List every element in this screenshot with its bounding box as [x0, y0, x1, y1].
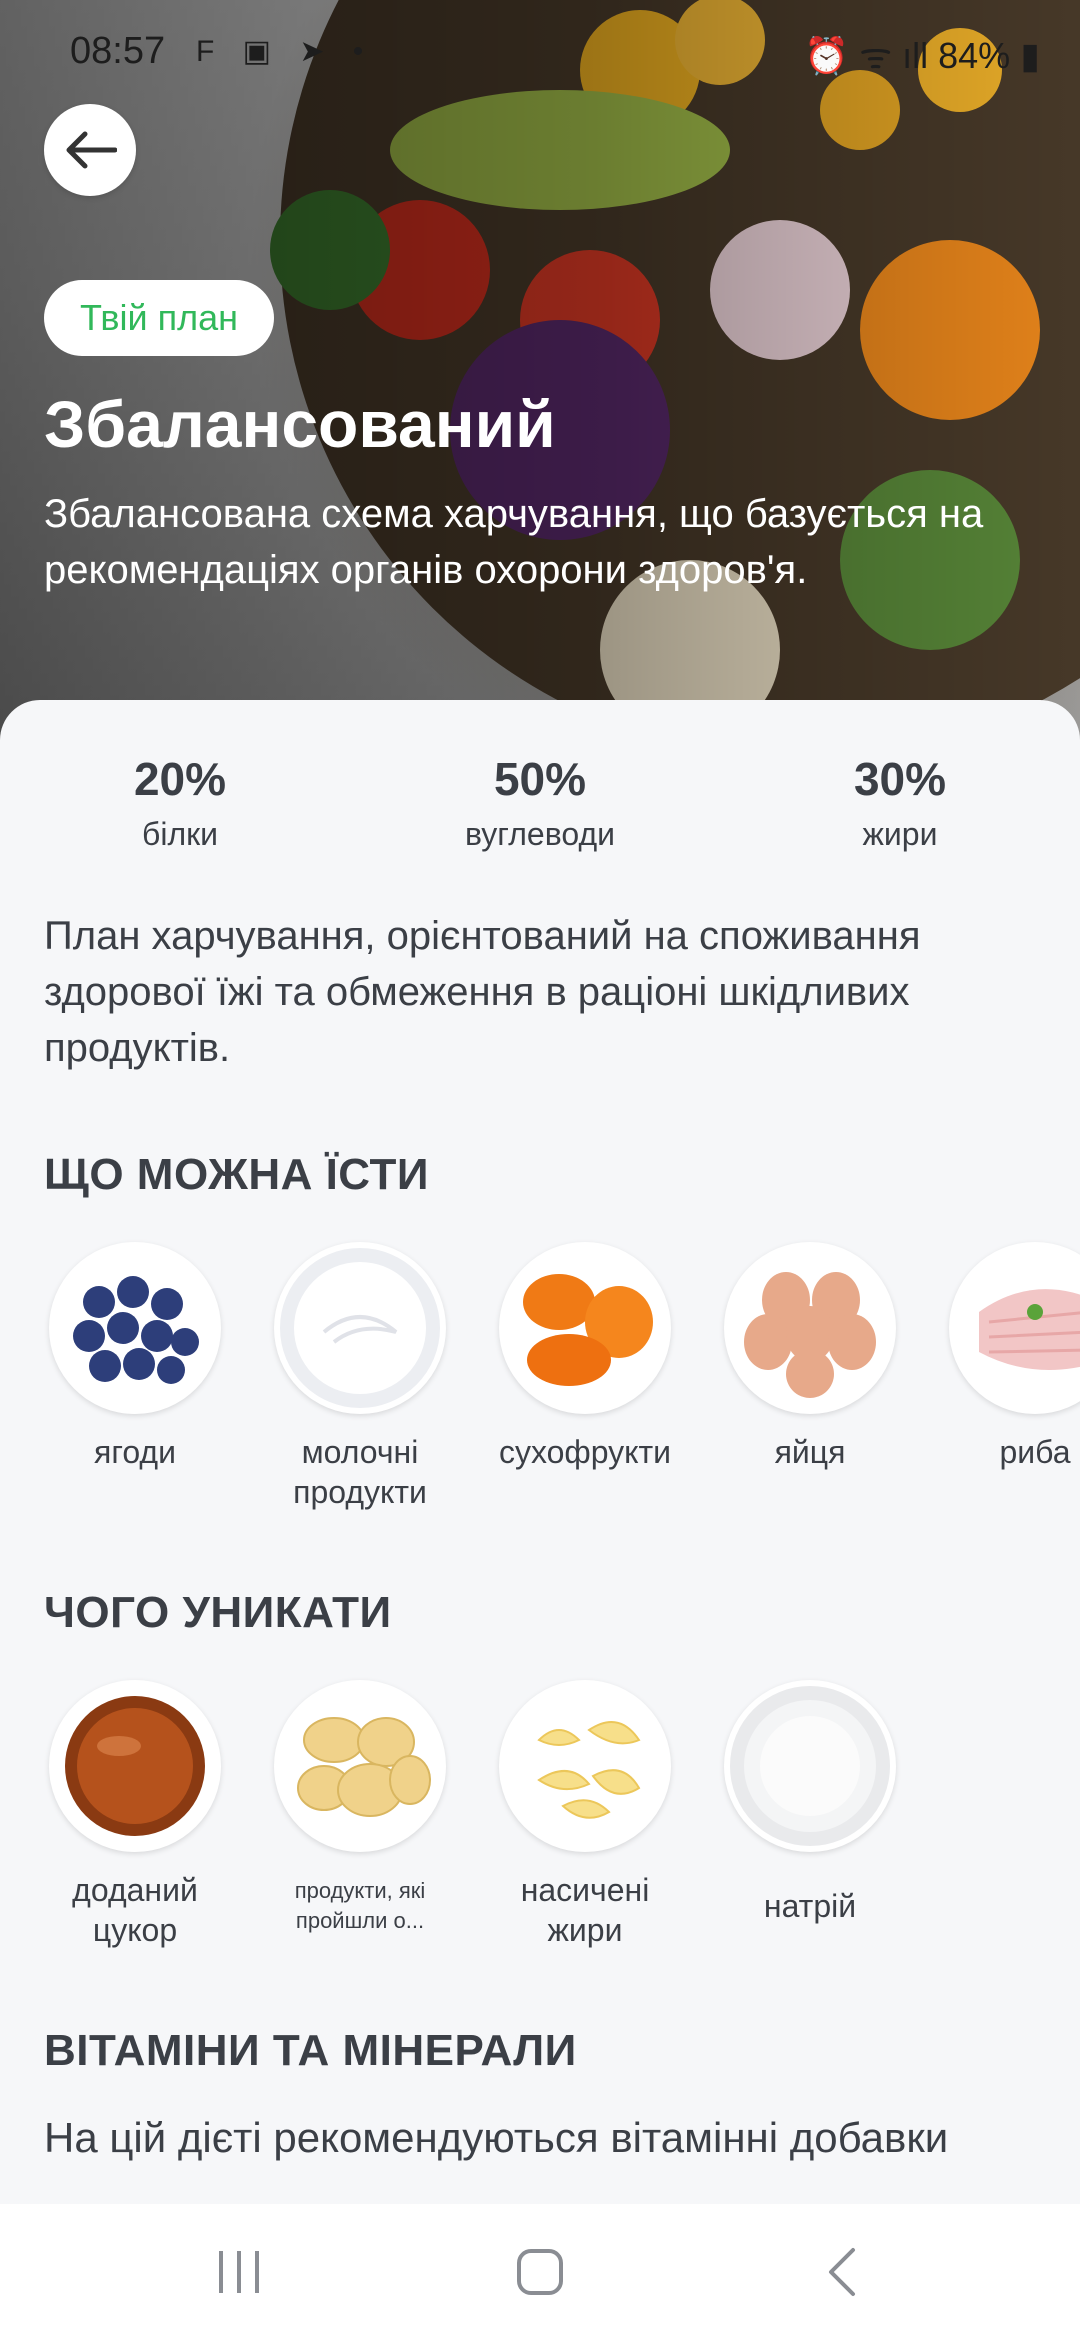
food-label: молочні продукти — [293, 1434, 427, 1510]
status-bar: 08:57 F ▣ ➤ • ⏰ ᯤ ıll 84% ▮ — [0, 0, 1080, 100]
macro-label: жири — [862, 816, 938, 852]
eggs-icon — [724, 1242, 896, 1414]
food-item-processed[interactable]: продукти, які пройшли о... — [260, 1680, 460, 1936]
signal-icon: ⏰ ᯤ ıll — [804, 35, 939, 76]
can-eat-title: ЩО МОЖНА ЇСТИ — [44, 1150, 429, 1199]
hero-overlay — [0, 0, 1080, 740]
food-label: риба — [999, 1434, 1071, 1470]
battery-level: 84% — [938, 35, 1011, 76]
vitamins-title: ВІТАМІНИ ТА МІНЕРАЛИ — [44, 2026, 577, 2075]
system-nav-bar — [0, 2204, 1080, 2340]
food-item-berries[interactable]: ягоди — [35, 1242, 235, 1472]
plan-details-card: 20% білки 50% вуглеводи 30% жири План ха… — [0, 700, 1080, 2200]
macro-fats: 30% жири — [750, 752, 1050, 853]
plan-title: Збалансований — [44, 387, 556, 461]
food-item-saturated-fats[interactable]: насичені жири — [485, 1680, 685, 1950]
food-label: натрій — [763, 1888, 857, 1924]
food-item-dried-fruits[interactable]: сухофрукти — [485, 1242, 685, 1472]
blueberries-icon — [49, 1242, 221, 1414]
butter-icon — [499, 1680, 671, 1852]
arrow-left-icon — [66, 131, 117, 169]
chips-icon — [274, 1680, 446, 1852]
chevron-left-icon — [829, 2248, 855, 2296]
macro-label: вуглеводи — [464, 816, 615, 852]
macros-row: 20% білки 50% вуглеводи 30% жири — [0, 752, 1080, 872]
recent-apps-button[interactable] — [205, 2240, 275, 2304]
macro-value: 50% — [493, 753, 587, 805]
food-item-added-sugar[interactable]: доданий цукор — [35, 1680, 235, 1950]
hero-banner — [0, 0, 1080, 740]
macro-carbs: 50% вуглеводи — [390, 752, 690, 853]
macro-protein: 20% білки — [30, 752, 330, 853]
plan-description: Збалансована схема харчування, що базуєт… — [44, 492, 984, 592]
dried-apricots-icon — [499, 1242, 671, 1414]
food-item-dairy[interactable]: молочні продукти — [260, 1242, 460, 1512]
food-label: сухофрукти — [498, 1434, 672, 1470]
food-item-fish[interactable]: риба — [935, 1242, 1080, 1472]
notification-icons: F ▣ ➤ • — [196, 35, 374, 68]
macro-label: білки — [142, 816, 218, 852]
macro-value: 20% — [133, 753, 227, 805]
food-label: яйця — [774, 1434, 846, 1470]
food-item-eggs[interactable]: яйця — [710, 1242, 910, 1472]
recent-apps-icon — [219, 2251, 259, 2293]
battery-icon: ▮ — [1020, 35, 1040, 76]
food-label: продукти, які пройшли о... — [294, 1878, 426, 1933]
status-right: ⏰ ᯤ ıll 84% ▮ — [804, 30, 1040, 79]
macro-value: 30% — [853, 753, 947, 805]
home-button[interactable] — [505, 2240, 575, 2304]
avoid-title: ЧОГО УНИКАТИ — [44, 1588, 392, 1637]
food-label: насичені жири — [520, 1872, 650, 1948]
back-nav-button[interactable] — [808, 2240, 878, 2304]
vitamins-text: На цій дієті рекомендуються вітамінні до… — [44, 2114, 949, 2161]
caramel-icon — [49, 1680, 221, 1852]
plan-intro-text: План харчування, орієнтований на спожива… — [44, 914, 921, 1070]
food-item-sodium[interactable]: натрій — [710, 1680, 910, 1926]
plan-chip: Твій план — [44, 280, 275, 356]
food-label: доданий цукор — [72, 1872, 198, 1948]
yogurt-icon — [274, 1242, 446, 1414]
fish-icon — [949, 1242, 1080, 1414]
home-icon — [517, 2249, 563, 2295]
food-label: ягоди — [94, 1434, 176, 1470]
salt-icon — [724, 1680, 896, 1852]
back-button[interactable] — [44, 104, 136, 196]
status-time: 08:57 — [70, 30, 166, 72]
